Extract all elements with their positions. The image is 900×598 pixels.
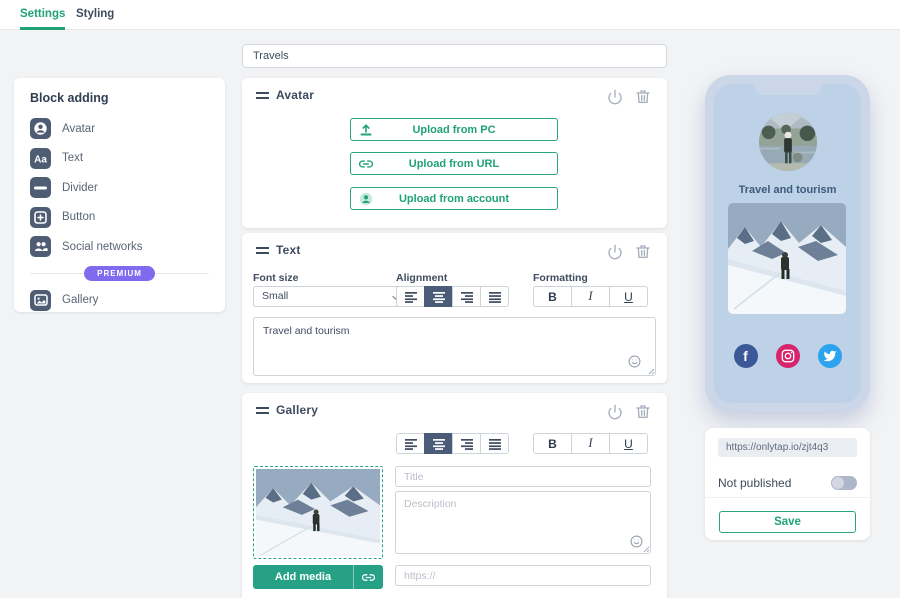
gallery-block-panel: Gallery B I U Add media <box>242 393 667 598</box>
sidebar-item-button[interactable]: Button <box>30 207 209 228</box>
text-content-textarea[interactable]: Travel and tourism <box>253 317 656 376</box>
alignment-label: Alignment <box>396 272 447 284</box>
upload-icon <box>359 123 373 137</box>
drag-handle-icon[interactable] <box>256 407 269 414</box>
gallery-media-thumbnail[interactable] <box>253 466 383 559</box>
twitter-icon[interactable] <box>818 344 842 368</box>
bold-button[interactable]: B <box>533 286 572 307</box>
sidebar-item-label: Gallery <box>62 294 98 306</box>
premium-divider: PREMIUM <box>30 266 209 281</box>
link-icon <box>359 157 373 171</box>
phone-notch <box>755 84 821 95</box>
bold-button[interactable]: B <box>533 433 572 454</box>
avatar-block-icon <box>30 118 51 139</box>
page-title-input[interactable] <box>242 44 667 68</box>
button-block-icon <box>30 207 51 228</box>
gallery-block-icon <box>30 290 51 311</box>
upload-from-url-button[interactable]: Upload from URL <box>350 152 558 175</box>
trash-icon[interactable] <box>635 89 651 105</box>
block-adding-panel: Block adding Avatar Aa Text Divider Butt… <box>14 78 225 312</box>
text-block-icon: Aa <box>30 148 51 169</box>
formatting-group: B I U <box>533 433 648 454</box>
sidebar-item-label: Text <box>62 152 83 164</box>
align-left-button[interactable] <box>396 286 425 307</box>
phone-preview: Travel and tourism f <box>705 75 870 412</box>
sidebar-item-label: Divider <box>62 182 98 194</box>
sidebar-item-gallery[interactable]: Gallery <box>30 290 209 311</box>
publish-toggle[interactable] <box>831 476 857 490</box>
add-media-button[interactable]: Add media <box>253 565 383 589</box>
svg-text:Aa: Aa <box>34 154 47 165</box>
publish-panel: https://onlytap.io/zjt4q3 Not published … <box>705 428 870 540</box>
preview-gallery-photo <box>728 203 846 314</box>
divider-block-icon <box>30 177 51 198</box>
formatting-group: B I U <box>533 286 648 307</box>
align-right-button[interactable] <box>452 286 481 307</box>
alignment-group <box>396 286 509 307</box>
align-justify-button[interactable] <box>480 286 509 307</box>
emoji-icon[interactable] <box>630 535 643 548</box>
align-justify-button[interactable] <box>480 433 509 454</box>
sidebar-item-label: Button <box>62 211 95 223</box>
underline-button[interactable]: U <box>609 286 648 307</box>
font-size-label: Font size <box>253 272 299 284</box>
link-icon[interactable] <box>354 571 383 584</box>
profile-name: Travel and tourism <box>714 184 861 196</box>
sidebar-item-social-networks[interactable]: Social networks <box>30 236 209 257</box>
social-networks-block-icon <box>30 236 51 257</box>
power-toggle-icon[interactable] <box>607 244 623 260</box>
sidebar-item-label: Social networks <box>62 241 143 253</box>
trash-icon[interactable] <box>635 404 651 420</box>
gallery-link-input[interactable] <box>395 565 651 586</box>
upload-from-account-button[interactable]: Upload from account <box>350 187 558 210</box>
phone-screen: Travel and tourism f <box>714 84 861 403</box>
emoji-icon[interactable] <box>628 355 641 368</box>
drag-handle-icon[interactable] <box>256 92 269 99</box>
profile-avatar <box>759 113 817 171</box>
power-toggle-icon[interactable] <box>607 404 623 420</box>
align-right-button[interactable] <box>452 433 481 454</box>
align-left-button[interactable] <box>396 433 425 454</box>
sidebar-item-text[interactable]: Aa Text <box>30 148 209 169</box>
gallery-title-input[interactable] <box>395 466 651 487</box>
resize-handle-icon[interactable] <box>643 546 650 553</box>
italic-button[interactable]: I <box>571 286 610 307</box>
italic-button[interactable]: I <box>571 433 610 454</box>
account-icon <box>359 192 373 206</box>
drag-handle-icon[interactable] <box>256 247 269 254</box>
font-size-select[interactable]: Small <box>253 286 408 307</box>
trash-icon[interactable] <box>635 244 651 260</box>
instagram-icon[interactable] <box>776 344 800 368</box>
formatting-label: Formatting <box>533 272 588 284</box>
upload-from-pc-button[interactable]: Upload from PC <box>350 118 558 141</box>
sidebar-item-avatar[interactable]: Avatar <box>30 118 209 139</box>
power-toggle-icon[interactable] <box>607 89 623 105</box>
resize-handle-icon[interactable] <box>648 368 655 375</box>
social-icons-row: f <box>714 344 861 368</box>
top-tab-bar: Settings Styling <box>0 0 900 30</box>
sidebar-item-divider[interactable]: Divider <box>30 177 209 198</box>
page-url-field[interactable]: https://onlytap.io/zjt4q3 <box>718 438 857 457</box>
facebook-icon[interactable]: f <box>734 344 758 368</box>
tab-styling[interactable]: Styling <box>76 0 114 30</box>
alignment-group <box>396 433 509 454</box>
align-center-button[interactable] <box>424 433 453 454</box>
gallery-description-textarea[interactable] <box>395 491 651 554</box>
panel-title: Gallery <box>276 403 318 417</box>
sidebar-item-label: Avatar <box>62 123 95 135</box>
publish-status-label: Not published <box>718 476 791 490</box>
panel-title: Avatar <box>276 88 314 102</box>
panel-title: Text <box>276 243 301 257</box>
save-button[interactable]: Save <box>719 511 856 533</box>
text-block-panel: Text Font size Alignment Formatting Smal… <box>242 233 667 383</box>
panel-title: Block adding <box>30 91 209 105</box>
align-center-button[interactable] <box>424 286 453 307</box>
tab-settings[interactable]: Settings <box>20 0 65 30</box>
premium-badge: PREMIUM <box>84 266 155 281</box>
avatar-block-panel: Avatar Upload from PC Upload from URL Up… <box>242 78 667 228</box>
underline-button[interactable]: U <box>609 433 648 454</box>
